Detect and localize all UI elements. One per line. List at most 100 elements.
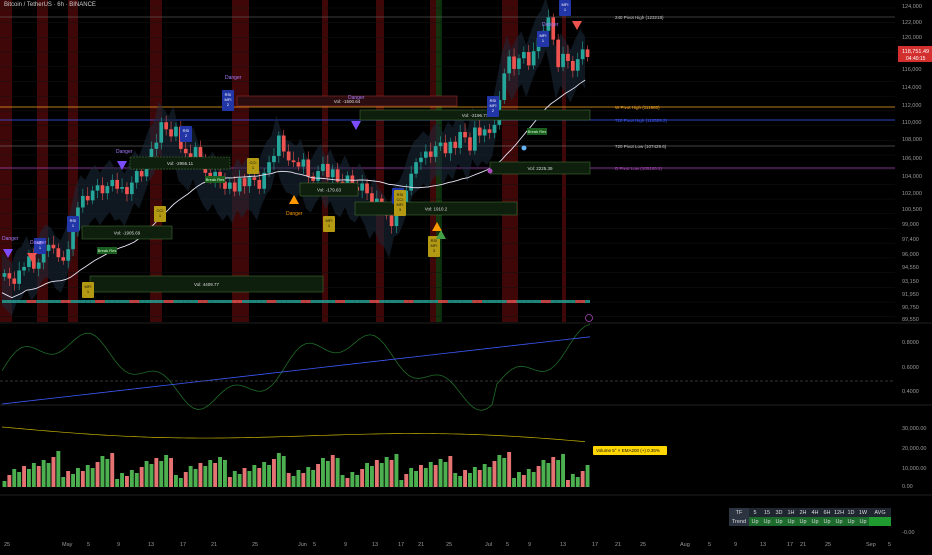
candle[interactable]: [281, 135, 286, 152]
volume-bar: [487, 467, 492, 487]
candle[interactable]: [100, 185, 105, 194]
candle[interactable]: [164, 122, 168, 130]
candle[interactable]: [242, 178, 247, 187]
candle[interactable]: [159, 122, 164, 143]
candle[interactable]: [272, 155, 276, 163]
candle[interactable]: [169, 129, 173, 137]
candle[interactable]: [492, 124, 497, 133]
candle[interactable]: [183, 148, 188, 154]
candle[interactable]: [110, 179, 115, 187]
candle[interactable]: [424, 151, 428, 158]
candle[interactable]: [36, 262, 41, 269]
candle[interactable]: [473, 127, 477, 151]
candle[interactable]: [95, 185, 100, 191]
time-axis-label: 25: [825, 542, 831, 548]
candle[interactable]: [448, 141, 453, 154]
candle[interactable]: [531, 51, 536, 66]
candle[interactable]: [174, 126, 178, 137]
trend-strip-cell: [423, 300, 429, 303]
trend-tf-2h: 2H: [797, 508, 809, 517]
candle[interactable]: [130, 182, 134, 195]
candle[interactable]: [522, 52, 526, 59]
candle[interactable]: [301, 159, 306, 167]
candle[interactable]: [46, 244, 51, 251]
candle[interactable]: [12, 278, 17, 284]
candle[interactable]: [458, 131, 462, 148]
candle[interactable]: [17, 270, 21, 284]
candle[interactable]: [291, 160, 296, 163]
candle[interactable]: [561, 53, 565, 68]
candle[interactable]: [453, 141, 458, 148]
trend-strip-cell: [134, 300, 140, 303]
candle[interactable]: [286, 151, 291, 161]
candle[interactable]: [296, 162, 301, 167]
candle[interactable]: [482, 129, 487, 136]
candle[interactable]: [580, 49, 585, 60]
candle[interactable]: [237, 178, 242, 192]
trend-strip-cell: [300, 300, 306, 303]
candle[interactable]: [267, 162, 271, 173]
candle[interactable]: [2, 273, 7, 277]
candle[interactable]: [66, 249, 70, 261]
candle[interactable]: [443, 142, 448, 154]
candle[interactable]: [463, 131, 467, 138]
candle[interactable]: [487, 129, 492, 133]
candle[interactable]: [311, 176, 315, 181]
candle[interactable]: [517, 58, 521, 69]
candle[interactable]: [316, 171, 320, 181]
candle[interactable]: [232, 182, 237, 192]
candle[interactable]: [306, 159, 311, 177]
candle[interactable]: [90, 190, 95, 201]
candle[interactable]: [433, 146, 438, 157]
candle[interactable]: [551, 17, 556, 40]
candle[interactable]: [115, 179, 119, 189]
candle[interactable]: [526, 52, 531, 66]
candle[interactable]: [277, 135, 281, 156]
candle[interactable]: [326, 163, 330, 178]
price-axis-label: 124,000: [902, 4, 922, 10]
candle[interactable]: [360, 183, 364, 191]
candle[interactable]: [81, 195, 85, 208]
candle[interactable]: [566, 53, 570, 61]
candle[interactable]: [428, 151, 433, 157]
candle[interactable]: [438, 142, 443, 147]
candle[interactable]: [51, 244, 56, 249]
candle[interactable]: [56, 248, 61, 258]
candle[interactable]: [477, 127, 482, 136]
candle[interactable]: [321, 163, 325, 172]
candle[interactable]: [414, 162, 418, 174]
candle[interactable]: [389, 215, 394, 227]
candle[interactable]: [22, 266, 26, 271]
candle[interactable]: [134, 171, 139, 183]
candle[interactable]: [585, 49, 590, 57]
candle[interactable]: [409, 173, 413, 191]
candle[interactable]: [365, 183, 369, 194]
candle[interactable]: [154, 142, 159, 149]
candle[interactable]: [252, 177, 257, 180]
candle[interactable]: [507, 56, 511, 74]
candle[interactable]: [419, 157, 423, 163]
candle[interactable]: [228, 182, 232, 189]
candle[interactable]: [85, 195, 90, 201]
candle[interactable]: [571, 60, 575, 71]
time-axis-label: 21: [615, 542, 621, 548]
volume-bar: [453, 473, 458, 487]
chart-canvas[interactable]: Vol: -1905.69Vol: 4409.77Vol: -1500.64Vo…: [0, 0, 932, 550]
candle[interactable]: [71, 230, 75, 250]
candle[interactable]: [502, 73, 507, 101]
candle[interactable]: [257, 179, 262, 189]
volume-bar: [198, 463, 203, 487]
candle[interactable]: [556, 39, 560, 68]
candle[interactable]: [512, 56, 516, 69]
candle[interactable]: [105, 186, 110, 194]
candle[interactable]: [120, 187, 124, 189]
candle[interactable]: [247, 177, 252, 187]
candle[interactable]: [575, 59, 580, 71]
candle[interactable]: [139, 171, 144, 177]
candle[interactable]: [61, 257, 66, 261]
candle[interactable]: [330, 169, 335, 178]
candle[interactable]: [468, 137, 472, 151]
candle[interactable]: [7, 273, 12, 279]
candle[interactable]: [125, 187, 129, 195]
trading-chart[interactable]: Vol: -1905.69 Vol: 4409.77 Vol: -1500.64 Vo…: [0, 0, 932, 550]
